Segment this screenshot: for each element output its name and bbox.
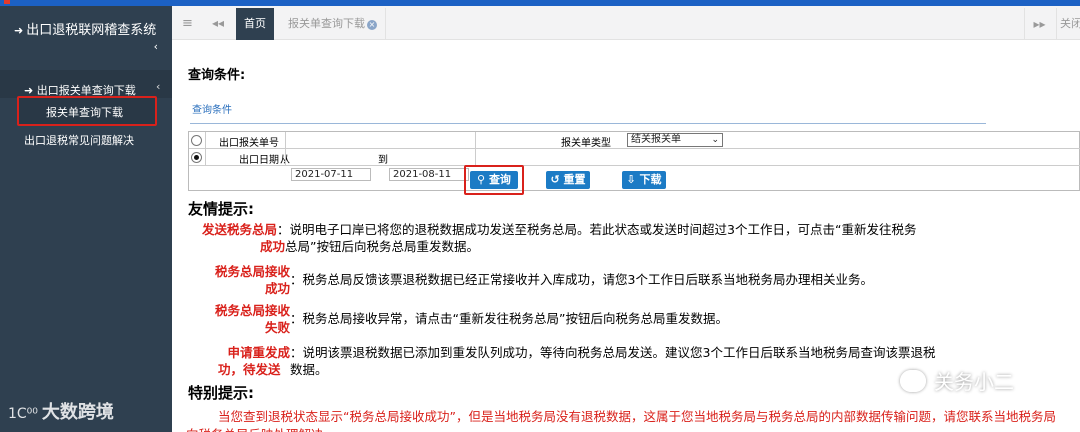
query-row-declaration-no: 出口报关单号 报关单类型 结关报关单 ⌄ <box>189 132 1080 149</box>
watermark-right: 关务小二 <box>900 366 1014 395</box>
tip-sent-success-line2: 成功总局”按钮后向税务总局重发数据。 <box>260 239 479 254</box>
form-divider <box>285 132 286 166</box>
sidebar-system-title[interactable]: ➜ 出口退税联网稽查系统 ‹ <box>14 22 164 53</box>
tip-sent-success: 发送税务总局：说明电子口岸已将您的退税数据成功发送至税务总局。若此状态或发送时间… <box>202 222 917 237</box>
declaration-no-label: 出口报关单号 <box>219 138 279 149</box>
tip-received-success: 税务总局接收 成功 ：税务总局反馈该票退税数据已经正常接收并入库成功，请您3个工… <box>214 264 873 296</box>
system-title-label: 出口退税联网稽查系统 <box>26 23 157 38</box>
reset-button[interactable]: ↺ 重置 <box>546 171 590 189</box>
radio-export-date[interactable] <box>191 152 202 163</box>
chevron-left-icon: ‹ <box>153 40 158 53</box>
close-icon[interactable]: × <box>367 20 377 30</box>
tips-heading: 友情提示: <box>188 200 254 218</box>
fieldset-divider <box>190 123 986 124</box>
form-divider <box>475 132 476 166</box>
menu-toggle-icon[interactable]: ≡ <box>182 16 193 31</box>
tab-home[interactable]: 首页 <box>236 8 274 40</box>
undo-icon: ↺ <box>550 173 564 186</box>
fieldset-legend: 查询条件 <box>192 105 232 116</box>
chevron-down-icon: ⌄ <box>711 135 719 145</box>
radio-declaration-no[interactable] <box>191 135 202 146</box>
special-heading: 特别提示: <box>188 384 254 402</box>
sidebar-item-declaration-query[interactable]: 报关单查询下载 <box>46 104 123 120</box>
tab-scroll-left-icon[interactable]: ◂◂ <box>212 16 224 30</box>
date-to-input[interactable]: 2021-08-11 <box>389 168 469 181</box>
query-row-export-date: 出口日期 从 2021-07-11 到 2021-08-11 <box>189 149 1080 181</box>
top-bar-mark <box>4 0 10 4</box>
watermark-left: 1C⁰⁰ 大数跨境 <box>8 402 114 423</box>
sidebar-item-faq[interactable]: 出口退税常见问题解决 <box>24 132 134 148</box>
declaration-type-label: 报关单类型 <box>561 138 611 149</box>
download-icon: ⇩ <box>626 173 640 186</box>
watermark-logo: 1C⁰⁰ <box>8 406 38 422</box>
query-heading: 查询条件: <box>188 68 246 83</box>
tab-declaration-query[interactable]: 报关单查询下载 × <box>276 8 386 40</box>
tab-scroll-right-icon[interactable]: ▸▸ <box>1024 8 1054 40</box>
tab-bar: ≡ ◂◂ 首页 报关单查询下载 × ▸▸ 关闭 <box>172 6 1080 40</box>
tip-received-failed: 税务总局接收 失败 ：税务总局接收异常，请点击“重新发往税务总局”按钮后向税务总… <box>214 303 728 335</box>
download-button[interactable]: ⇩ 下载 <box>622 171 666 189</box>
form-divider <box>205 132 206 166</box>
declaration-type-select[interactable]: 结关报关单 ⌄ <box>627 133 723 147</box>
special-text: 当您查到退税状态显示“税务总局接收成功”，但是当地税务局没有退税数据，这属于您当… <box>186 409 1056 432</box>
search-icon: ⚲ <box>477 173 489 186</box>
sign-in-icon: ➜ <box>14 24 24 37</box>
export-date-label: 出口日期 <box>239 155 279 166</box>
chevron-left-icon: ‹ <box>156 80 161 93</box>
close-tabs-button[interactable]: 关闭 <box>1056 8 1080 40</box>
wechat-icon <box>900 370 926 392</box>
date-from-input[interactable]: 2021-07-11 <box>291 168 371 181</box>
search-button[interactable]: ⚲ 查询 <box>470 171 518 189</box>
to-label: 到 <box>378 155 388 166</box>
tab-declaration-query-label: 报关单查询下载 <box>288 17 365 30</box>
